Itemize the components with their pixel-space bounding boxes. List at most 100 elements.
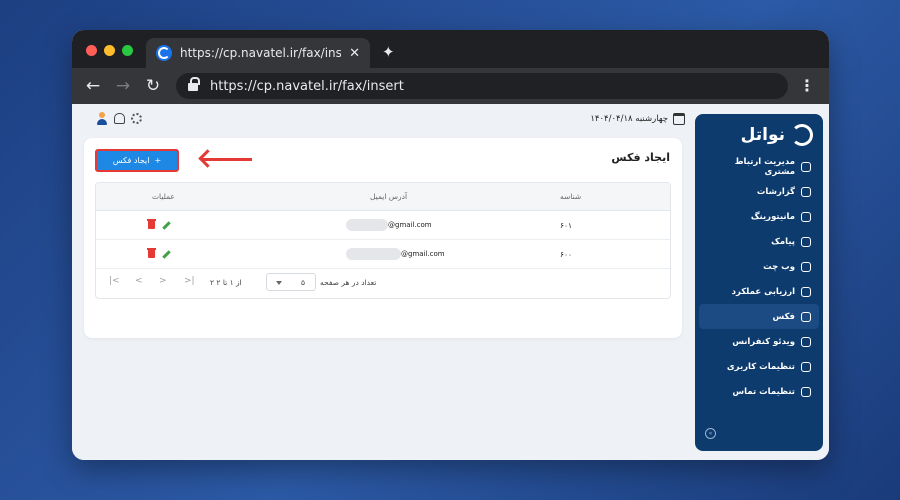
top-bar: چهارشنبه ۱۴۰۴/۰۴/۱۸ (72, 112, 689, 130)
edit-icon[interactable] (162, 221, 171, 230)
close-window-button[interactable] (86, 45, 97, 56)
minimize-window-button[interactable] (104, 45, 115, 56)
rows-per-page-select[interactable]: ۵ (266, 273, 316, 291)
navatel-logo-icon (791, 124, 813, 146)
email-domain: @gmail.com (401, 250, 445, 258)
maximize-window-button[interactable] (122, 45, 133, 56)
report-icon (801, 186, 811, 197)
favicon-icon (156, 45, 172, 61)
collapse-sidebar-icon[interactable]: » (705, 428, 716, 439)
date-display: چهارشنبه ۱۴۰۴/۰۴/۱۸ (590, 113, 685, 125)
row-id: ۶۰۰ (560, 250, 573, 259)
row-email: @gmail.com (346, 219, 432, 231)
sidebar: نواتل مدیریت ارتباط مشتری گزارشات مانیتوری… (695, 114, 823, 451)
user-settings-icon (801, 361, 811, 372)
row-actions (147, 219, 171, 230)
browser-tab[interactable]: https://cp.navatel.ir/fax/insert ✕ (146, 38, 370, 68)
sidebar-item-users[interactable]: مدیریت ارتباط مشتری (695, 154, 823, 179)
plus-icon: + (154, 156, 162, 165)
trash-icon[interactable] (147, 248, 156, 258)
sidebar-item-monitor[interactable]: مانیتورینگ (695, 204, 823, 229)
sidebar-nav: مدیریت ارتباط مشتری گزارشات مانیتورینگ پیام… (695, 154, 823, 404)
fax-icon (801, 311, 811, 322)
sidebar-item-report[interactable]: گزارشات (695, 179, 823, 204)
page-viewport: نواتل مدیریت ارتباط مشتری گزارشات مانیتوری… (72, 104, 829, 460)
sidebar-item-label: تنظیمات کاربری (726, 361, 795, 372)
forward-icon[interactable]: → (108, 76, 138, 96)
column-email: آدرس ایمیل (370, 192, 408, 201)
column-id: شناسه (560, 192, 582, 201)
clipboard-icon (801, 286, 811, 297)
page-range: ۲ از ۱ تا ۲ (210, 278, 242, 287)
sidebar-item-label: تنظیمات تماس (732, 386, 795, 397)
redacted-text (346, 248, 401, 260)
reload-icon[interactable]: ↻ (138, 76, 168, 96)
row-actions (147, 248, 171, 259)
create-fax-label: ایجاد فکس (112, 156, 150, 165)
sidebar-item-video[interactable]: ویدئو کنفرانس (695, 329, 823, 354)
rows-per-page-label: تعداد در هر صفحه (320, 278, 377, 287)
browser-menu-icon[interactable]: ⋮ (799, 76, 815, 95)
chevron-down-icon (276, 281, 282, 285)
chat-icon (801, 261, 811, 272)
email-domain: @gmail.com (388, 221, 432, 229)
sidebar-item-label: ارزیابی عملکرد (731, 286, 795, 297)
edit-icon[interactable] (162, 250, 171, 259)
url-input[interactable]: https://cp.navatel.ir/fax/insert (176, 73, 788, 99)
new-tab-icon[interactable]: ✦ (382, 43, 395, 61)
url-text: https://cp.navatel.ir/fax/insert (210, 78, 404, 94)
user-avatar-icon[interactable] (96, 112, 108, 125)
sidebar-item-label: ویدئو کنفرانس (732, 336, 795, 347)
first-page-icon[interactable]: |< (109, 276, 120, 286)
sidebar-item-fax[interactable]: فکس (699, 304, 819, 329)
users-icon (801, 161, 811, 172)
column-actions: عملیات (152, 192, 175, 201)
table-body: ۶۰۱ @gmail.com ۶۰۰ @gmail.com (96, 211, 670, 269)
sidebar-item-label: گزارشات (756, 186, 795, 197)
sidebar-item-label: فکس (772, 311, 795, 322)
date-text: چهارشنبه ۱۴۰۴/۰۴/۱۸ (590, 114, 668, 124)
sidebar-item-label: مدیریت ارتباط مشتری (734, 156, 795, 177)
last-page-icon[interactable]: >| (184, 276, 195, 286)
create-fax-button[interactable]: + ایجاد فکس (95, 149, 179, 172)
page-title: ایجاد فکس (611, 151, 670, 164)
sidebar-item-label: مانیتورینگ (750, 211, 795, 222)
window-controls (86, 45, 133, 56)
call-settings-icon (801, 386, 811, 397)
video-icon (801, 336, 811, 347)
prev-page-icon[interactable]: < (135, 276, 143, 286)
table-row: ۶۰۱ @gmail.com (96, 211, 670, 240)
tab-bar: https://cp.navatel.ir/fax/insert ✕ ✦ (72, 30, 829, 68)
redacted-text (346, 219, 388, 231)
gear-icon[interactable] (131, 113, 142, 124)
row-id: ۶۰۱ (560, 221, 573, 230)
address-bar: ← → ↻ https://cp.navatel.ir/fax/insert ⋮ (72, 68, 829, 104)
close-tab-icon[interactable]: ✕ (349, 46, 360, 61)
browser-window: https://cp.navatel.ir/fax/insert ✕ ✦ ← →… (72, 30, 829, 460)
brand-logo[interactable]: نواتل (695, 114, 823, 154)
calendar-icon (673, 113, 685, 125)
sidebar-item-send[interactable]: پیامک (695, 229, 823, 254)
fax-card: ایجاد فکس + ایجاد فکس شناسه آدرس ایمیل ع… (84, 138, 682, 338)
monitor-icon (801, 211, 811, 222)
sidebar-item-call-settings[interactable]: تنظیمات تماس (695, 379, 823, 404)
annotation-arrow (202, 158, 252, 161)
sidebar-item-label: پیامک (771, 236, 795, 247)
lock-icon (188, 77, 200, 91)
user-toolbar (96, 112, 142, 125)
table-row: ۶۰۰ @gmail.com (96, 240, 670, 269)
next-page-icon[interactable]: > (159, 276, 167, 286)
pagination: |< < > >| ۲ از ۱ تا ۲ ۵ تعداد در هر صفحه (96, 269, 670, 297)
row-email: @gmail.com (346, 248, 445, 260)
sidebar-item-chat[interactable]: وب چت (695, 254, 823, 279)
back-icon[interactable]: ← (78, 76, 108, 96)
trash-icon[interactable] (147, 219, 156, 229)
sidebar-item-clipboard[interactable]: ارزیابی عملکرد (695, 279, 823, 304)
sidebar-item-label: وب چت (763, 261, 795, 272)
table-header: شناسه آدرس ایمیل عملیات (96, 183, 670, 211)
bell-icon[interactable] (114, 113, 125, 124)
send-icon (801, 236, 811, 247)
tab-title: https://cp.navatel.ir/fax/insert (180, 46, 342, 60)
sidebar-item-user-settings[interactable]: تنظیمات کاربری (695, 354, 823, 379)
fax-table: شناسه آدرس ایمیل عملیات ۶۰۱ @gmail.com ۶۰۰… (95, 182, 671, 299)
